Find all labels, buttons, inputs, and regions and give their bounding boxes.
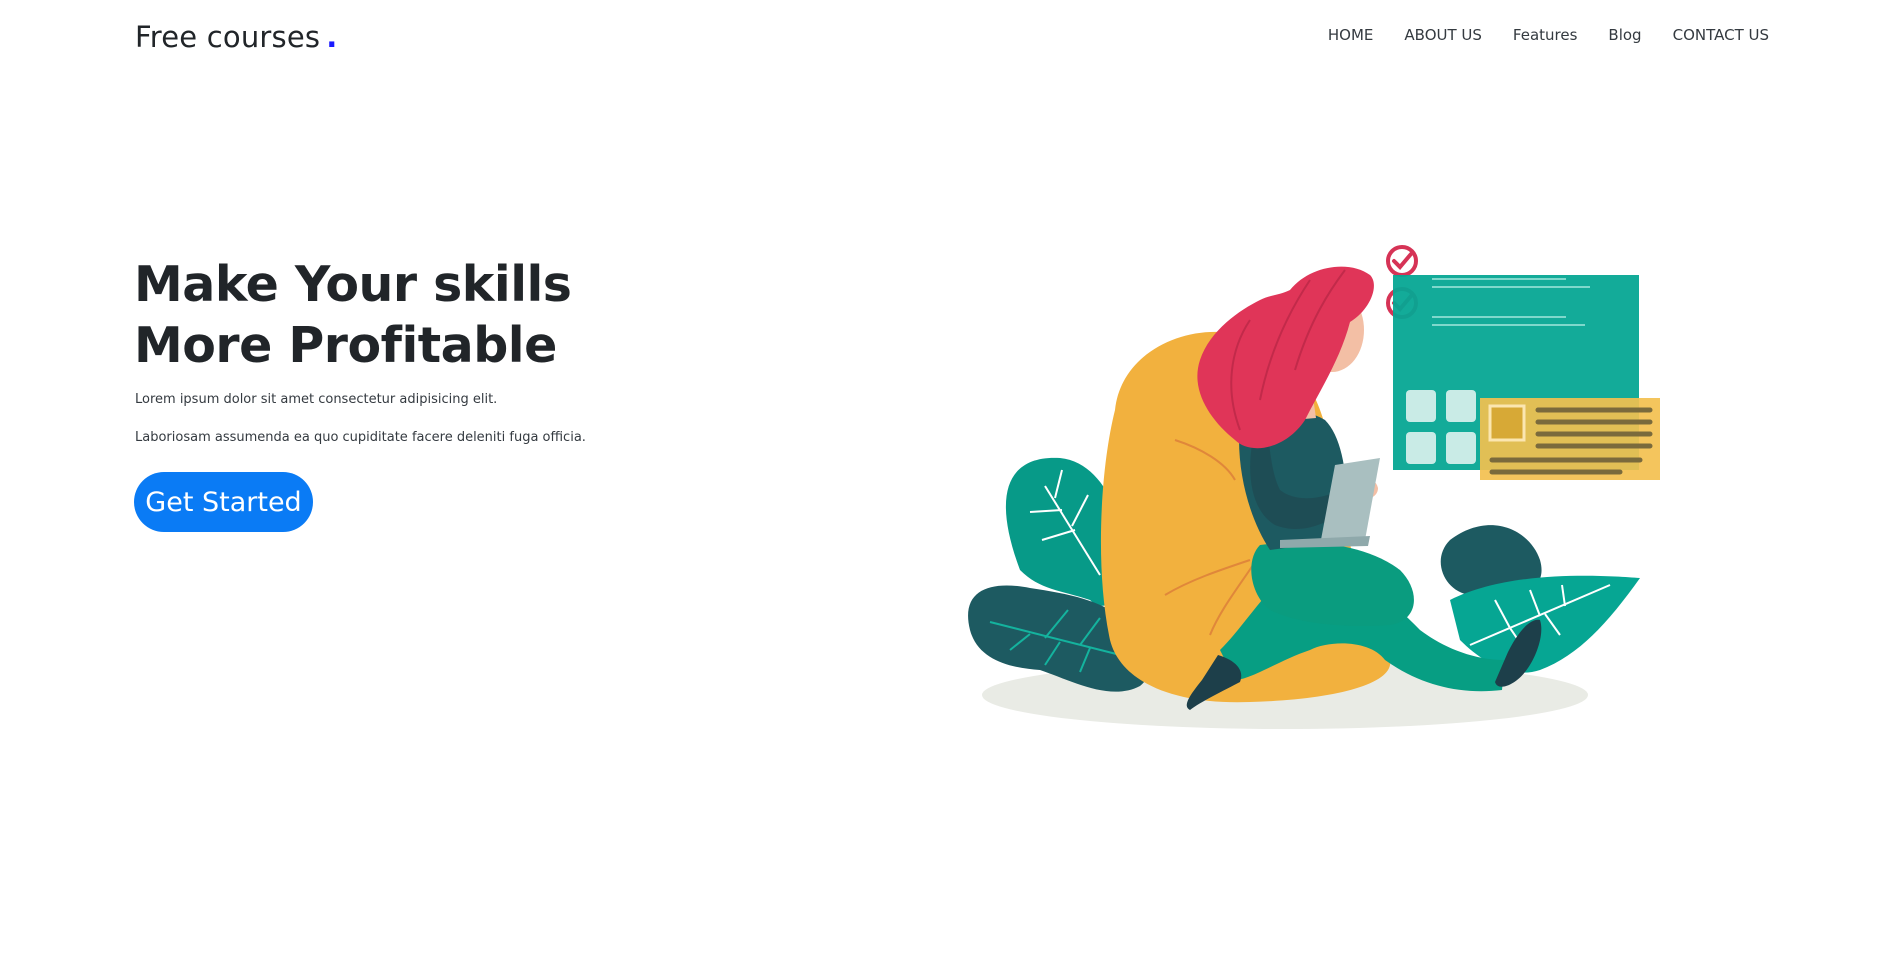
nav-link-about-us[interactable]: ABOUT US xyxy=(1404,26,1482,44)
nav-item-blog: Blog xyxy=(1608,26,1641,45)
brand-dot: . xyxy=(326,20,338,54)
nav-menu: HOME ABOUT US Features Blog CONTACT US xyxy=(1297,26,1769,45)
hero-title-line-2: More Profitable xyxy=(134,317,557,374)
hero-title-line-1: Make Your skills xyxy=(134,256,572,313)
nav-item-contact: CONTACT US xyxy=(1673,26,1769,45)
check-circle-icon-1 xyxy=(1386,245,1418,277)
nav-link-features[interactable]: Features xyxy=(1513,26,1578,44)
nav-link-blog[interactable]: Blog xyxy=(1608,26,1641,44)
hero-text-2: Laboriosam assumenda ea quo cupiditate f… xyxy=(135,430,586,445)
woman-with-laptop-illustration xyxy=(968,245,1660,729)
navbar: Free courses. HOME ABOUT US Features Blo… xyxy=(0,0,1903,78)
nav-item-about: ABOUT US xyxy=(1404,26,1482,45)
nav-item-features: Features xyxy=(1513,26,1578,45)
info-card-thumbnail xyxy=(1488,404,1526,442)
hero-title: Make Your skills More Profitable xyxy=(134,254,654,376)
brand-name: Free courses xyxy=(135,20,321,54)
get-started-button[interactable]: Get Started xyxy=(134,472,313,532)
nav-link-home[interactable]: HOME xyxy=(1328,26,1374,44)
hero-text-1: Lorem ipsum dolor sit amet consectetur a… xyxy=(135,392,498,407)
brand-logo[interactable]: Free courses. xyxy=(135,20,337,54)
nav-item-home: HOME xyxy=(1328,26,1374,45)
nav-link-contact-us[interactable]: CONTACT US xyxy=(1673,26,1769,44)
